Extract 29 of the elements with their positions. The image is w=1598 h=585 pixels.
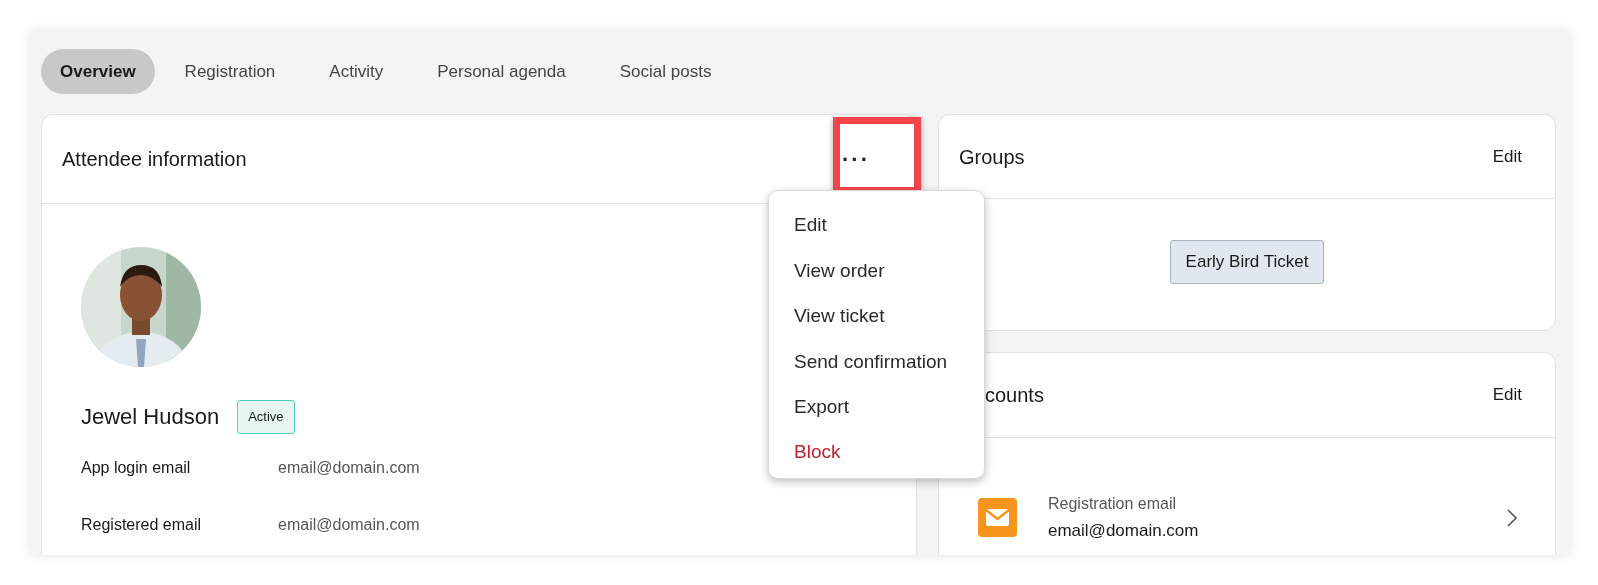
menu-item[interactable]: Edit xyxy=(769,203,984,249)
tab[interactable]: Activity xyxy=(305,49,408,94)
field-label: App login email xyxy=(81,457,192,478)
group-tag: Early Bird Ticket xyxy=(1169,240,1325,284)
tab[interactable]: Overview xyxy=(41,49,155,94)
menu-item[interactable]: Export xyxy=(769,384,984,430)
menu-item[interactable]: Send confirmation xyxy=(769,339,984,385)
tab[interactable]: Social posts xyxy=(595,49,736,94)
menu-item[interactable]: Block xyxy=(769,429,984,476)
card-title: counts xyxy=(985,383,1044,408)
status-badge: Active xyxy=(237,400,295,434)
envelope-icon xyxy=(978,498,1017,538)
field-label: Registered email xyxy=(81,514,203,535)
account-row[interactable]: Registration email email@domain.com xyxy=(939,492,1555,544)
tab[interactable]: Personal agenda xyxy=(413,49,590,94)
edit-button[interactable]: Edit xyxy=(1492,382,1522,408)
account-label: Registration email xyxy=(1048,494,1178,514)
edit-button[interactable]: Edit xyxy=(1492,143,1522,170)
menu-item[interactable]: View ticket xyxy=(769,293,984,340)
menu-item[interactable]: View order xyxy=(769,248,984,294)
field-value: email@domain.com xyxy=(278,457,420,478)
card-title: Groups xyxy=(959,144,1025,170)
account-value: email@domain.com xyxy=(1048,520,1200,542)
chevron-right-icon xyxy=(1507,508,1517,527)
field-value: email@domain.com xyxy=(278,514,420,535)
card-title: Attendee information xyxy=(62,147,247,172)
tab[interactable]: Registration xyxy=(160,49,300,94)
more-button[interactable]: ··· xyxy=(820,129,892,189)
attendee-name: Jewel Hudson xyxy=(81,403,220,432)
